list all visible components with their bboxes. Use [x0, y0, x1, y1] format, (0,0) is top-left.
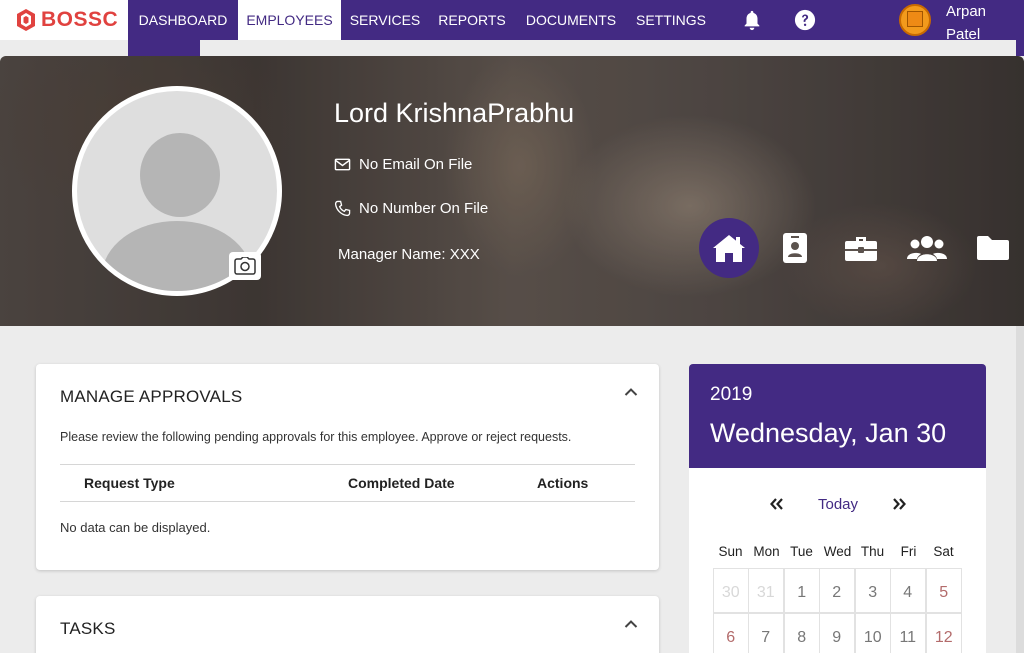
chevron-up-icon[interactable] [624, 619, 638, 629]
calendar-day[interactable]: 1 [784, 568, 820, 613]
manage-approvals-card: MANAGE APPROVALS Please review the follo… [36, 364, 659, 570]
calendar-day[interactable]: 7 [748, 613, 784, 653]
table-header-border [60, 501, 635, 502]
id-badge-icon[interactable] [765, 218, 825, 278]
help-icon[interactable] [794, 9, 816, 31]
empty-table-message: No data can be displayed. [60, 520, 211, 535]
user-last-name: Patel [946, 26, 981, 43]
card-title: MANAGE APPROVALS [60, 387, 243, 406]
user-name[interactable]: Arpan Patel [946, 0, 1016, 46]
calendar-day[interactable]: 11 [890, 613, 926, 653]
weekday-label: Fri [900, 544, 917, 559]
user-first-name: Arpan [946, 3, 987, 20]
double-chevron-left-icon[interactable] [767, 494, 787, 514]
double-chevron-right-icon[interactable] [889, 494, 909, 514]
approvals-description: Please review the following pending appr… [60, 430, 572, 444]
nav-settings[interactable]: SETTINGS [627, 0, 715, 40]
calendar-selected-date: Wednesday, Jan 30 [710, 418, 947, 448]
calendar-day[interactable]: 2 [819, 568, 855, 613]
weekday-label: Mon [753, 544, 780, 559]
phone-row: No Number On File [334, 200, 488, 217]
nav-reports[interactable]: REPORTS [429, 0, 515, 40]
envelope-icon [334, 158, 351, 171]
calendar-day[interactable]: 30 [713, 568, 749, 613]
phone-text: No Number On File [359, 200, 489, 217]
camera-icon[interactable] [229, 252, 261, 280]
column-header[interactable]: Request Type [84, 475, 175, 491]
manager-name: Manager Name: XXX [338, 246, 480, 263]
page-scrollbar[interactable] [1016, 326, 1024, 653]
nav-edge [1016, 40, 1024, 56]
folder-icon[interactable] [963, 218, 1023, 278]
calendar-day[interactable]: 5 [926, 568, 962, 613]
nav-dashboard[interactable]: DASHBOARD [128, 0, 238, 40]
calendar: Today Sun Mon Tue Wed Thu Fri Sat 30 31 … [689, 468, 986, 653]
email-row: No Email On File [334, 156, 472, 173]
weekday-label: Sun [718, 544, 743, 559]
column-header: Actions [537, 475, 589, 491]
tasks-card: TASKS [36, 596, 659, 653]
calendar-year[interactable]: 2019 [710, 384, 752, 406]
logo-icon [17, 9, 35, 31]
calendar-day[interactable]: 4 [890, 568, 926, 613]
weekday-label: Wed [823, 544, 852, 559]
calendar-day[interactable]: 9 [819, 613, 855, 653]
calendar-day[interactable]: 8 [784, 613, 820, 653]
calendar-day[interactable]: 31 [748, 568, 784, 613]
today-button[interactable]: Today [807, 494, 869, 516]
phone-icon [334, 200, 351, 217]
weekday-label: Thu [860, 544, 885, 559]
calendar-day[interactable]: 3 [855, 568, 891, 613]
profile-banner: Lord KrishnaPrabhu No Email On File No N… [0, 56, 1024, 326]
email-text: No Email On File [359, 156, 473, 173]
calendar-day[interactable]: 6 [713, 613, 749, 653]
users-icon[interactable] [897, 218, 957, 278]
card-title: TASKS [60, 619, 116, 638]
home-icon[interactable] [699, 218, 759, 278]
calendar-day[interactable]: 10 [855, 613, 891, 653]
weekday-label: Sat [933, 544, 954, 559]
user-avatar[interactable] [899, 4, 931, 36]
table-top-border [60, 464, 635, 465]
nav-employees[interactable]: EMPLOYEES [238, 0, 341, 40]
briefcase-icon[interactable] [831, 218, 891, 278]
calendar-day[interactable]: 12 [926, 613, 962, 653]
employee-name: Lord KrishnaPrabhu [334, 98, 575, 128]
weekday-label: Tue [790, 544, 813, 559]
column-header[interactable]: Completed Date [348, 475, 455, 491]
nav-active-indicator [128, 40, 200, 56]
logo-text: BOSSC [41, 8, 119, 31]
brand-logo[interactable]: BOSSC [0, 0, 128, 40]
calendar-header: 2019 Wednesday, Jan 30 [689, 364, 986, 468]
bell-icon[interactable] [741, 9, 763, 31]
nav-documents[interactable]: DOCUMENTS [515, 0, 627, 40]
nav-services[interactable]: SERVICES [341, 0, 429, 40]
top-navbar: BOSSC DASHBOARD EMPLOYEES SERVICES REPOR… [0, 0, 1024, 43]
chevron-up-icon[interactable] [624, 387, 638, 397]
